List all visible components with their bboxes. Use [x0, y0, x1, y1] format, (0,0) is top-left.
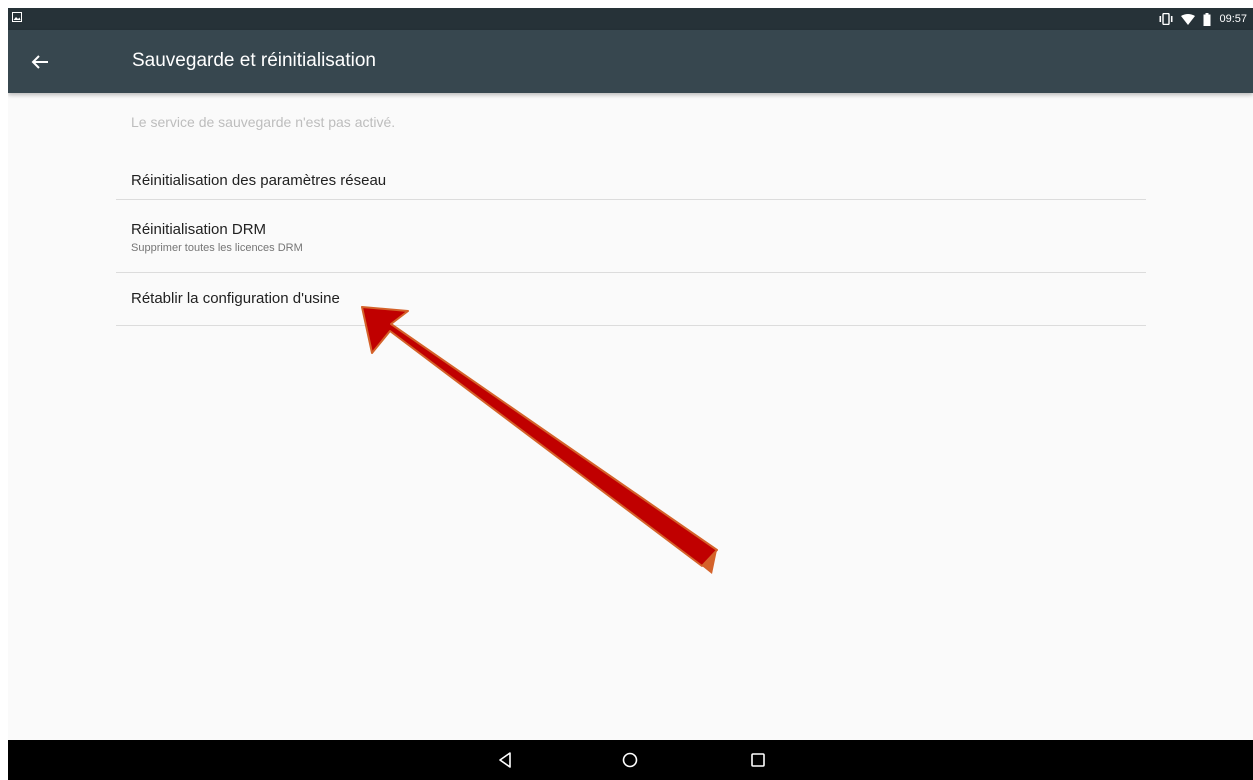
divider: [116, 325, 1146, 326]
status-time: 09:57: [1219, 13, 1247, 25]
page-title: Sauvegarde et réinitialisation: [132, 50, 376, 71]
pref-title: Rétablir la configuration d'usine: [131, 290, 340, 307]
wifi-icon: [1181, 13, 1196, 25]
recents-square-icon[interactable]: [748, 750, 768, 770]
backup-info-text: Le service de sauvegarde n'est pas activ…: [131, 114, 396, 130]
home-circle-icon[interactable]: [620, 750, 640, 770]
toolbar: Sauvegarde et réinitialisation: [8, 30, 1253, 93]
pref-summary: Supprimer toutes les licences DRM: [131, 242, 303, 254]
android-screen: 09:57 Sauvegarde et réinitialisation Le …: [8, 8, 1253, 780]
arrow-back-icon[interactable]: [28, 50, 52, 74]
pref-title: Réinitialisation des paramètres réseau: [131, 172, 387, 189]
navigation-bar: [8, 740, 1253, 780]
image-notification-icon: [12, 12, 22, 22]
pref-title: Réinitialisation DRM: [131, 221, 267, 238]
reset-network-settings-item[interactable]: Réinitialisation des paramètres réseau: [116, 149, 1146, 199]
status-bar: 09:57: [8, 8, 1253, 30]
battery-icon: [1203, 12, 1211, 26]
vibrate-icon: [1159, 13, 1173, 25]
reset-drm-item[interactable]: Réinitialisation DRM Supprimer toutes le…: [116, 200, 1146, 272]
back-triangle-icon[interactable]: [495, 750, 515, 770]
factory-reset-item[interactable]: Rétablir la configuration d'usine: [116, 273, 1146, 325]
